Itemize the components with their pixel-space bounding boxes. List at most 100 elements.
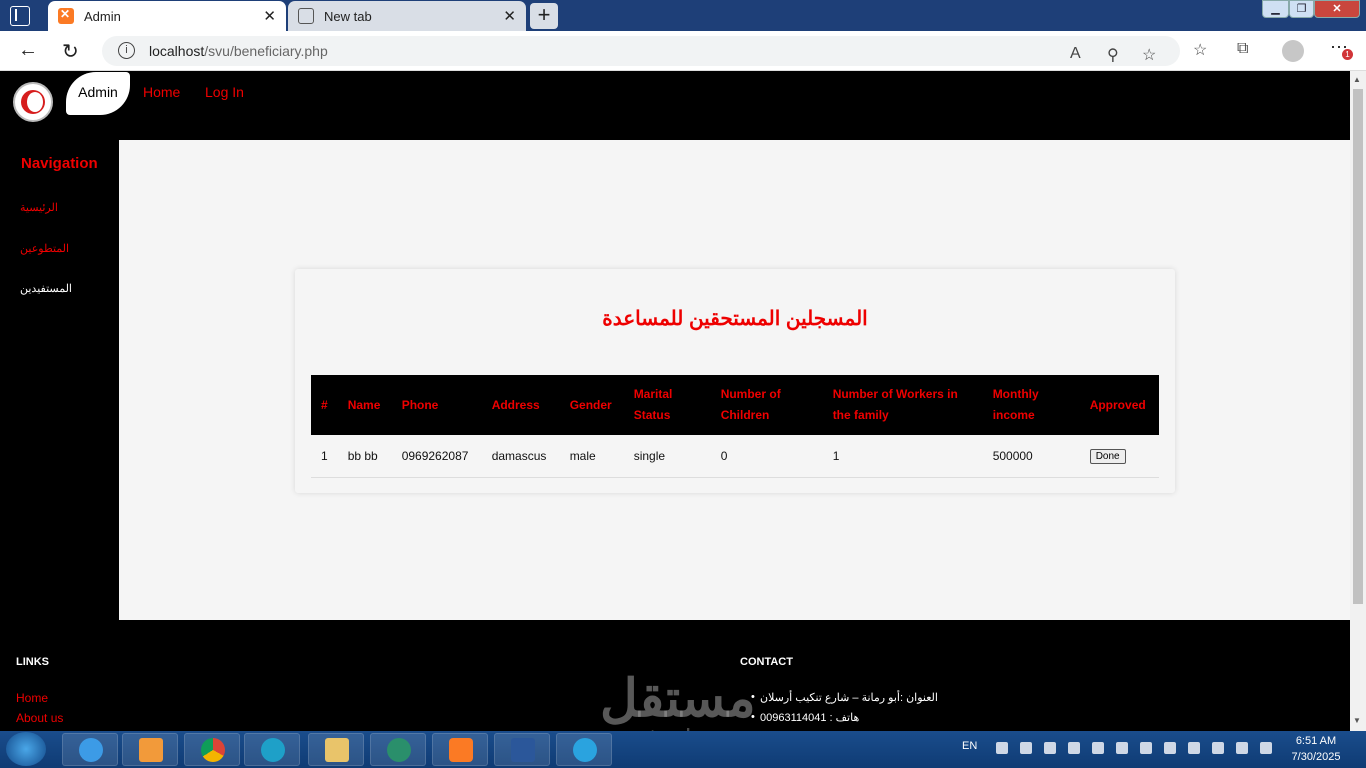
main-content: المسجلين المستحقين للمساعدة # Name Phone… [119,140,1350,620]
more-options-icon[interactable]: ⋯ 1 [1330,37,1353,60]
beneficiaries-table: # Name Phone Address Gender Marital Stat… [311,375,1159,478]
windows-taskbar: EN 6:51 AM 7/30/2025 [0,731,1366,768]
column-header: Number of Workers in the family [822,375,983,435]
scrollbar-thumb[interactable] [1353,89,1363,604]
profile-avatar[interactable] [1282,40,1304,62]
flag-tray-icon[interactable] [1236,742,1248,754]
table-cell: bb bb [337,435,392,478]
new-tab-icon [298,8,314,24]
favorites-icon[interactable]: ☆ [1193,40,1207,60]
column-header: Name [337,375,392,435]
table-header-row: # Name Phone Address Gender Marital Stat… [311,375,1159,435]
media-player-icon[interactable] [122,733,178,766]
scroll-up-icon[interactable]: ▲ [1353,75,1361,84]
drive-tray-icon[interactable] [1188,742,1200,754]
add-favorite-icon[interactable]: ☆ [1142,45,1156,65]
column-header: Phone [391,375,482,435]
column-header: Gender [559,375,624,435]
nav-home-link[interactable]: Home [143,84,180,100]
table-row: 1 bb bb 0969262087 damascus male single … [311,435,1159,478]
ie-icon[interactable] [62,733,118,766]
table-cell: Done [1079,435,1159,478]
red-crescent-logo[interactable] [13,82,53,122]
chrome-icon[interactable] [184,733,240,766]
url-text[interactable]: localhost/svu/beneficiary.php [149,43,328,59]
sidebar-item-home[interactable]: الرئيسية [20,201,58,214]
xampp-icon [58,7,74,24]
table-cell: 0969262087 [391,435,482,478]
tab-new-tab[interactable]: New tab ✕ [288,1,526,31]
table-cell: 1 [822,435,983,478]
footer-home-link[interactable]: Home [16,691,48,705]
network-tray-icon[interactable] [1164,742,1176,754]
security-tray-icon[interactable] [996,742,1008,754]
app-tray-icon[interactable] [1116,742,1128,754]
tab-actions-icon[interactable] [10,6,30,26]
site-info-icon[interactable]: i [118,42,135,59]
signal-tray-icon[interactable] [1212,742,1224,754]
scroll-down-icon[interactable]: ▼ [1353,716,1361,725]
telegram-icon[interactable] [556,733,612,766]
minimize-button[interactable]: ▁ [1262,0,1289,18]
file-explorer-icon[interactable] [308,733,364,766]
tab-title: Admin [84,8,121,24]
page-title: المسجلين المستحقين للمساعدة [602,308,868,330]
web-page: Admin Home Log In Navigation الرئيسية ال… [0,71,1350,731]
column-header: Approved [1079,375,1159,435]
zoom-icon[interactable]: ⚲ [1107,45,1119,65]
bluetooth-tray-icon[interactable] [1092,742,1104,754]
sidebar-item-beneficiaries[interactable]: المستفيدين [20,282,72,295]
watermark-text: mostaql.com [600,723,747,731]
column-header: Number of Children [710,375,823,435]
footer-contact-title: CONTACT [740,656,793,668]
close-window-button[interactable]: ✕ [1314,0,1360,18]
tab-title: New tab [324,8,372,24]
clock-date: 7/30/2025 [1291,751,1341,763]
word-icon[interactable] [494,733,550,766]
column-header: Address [481,375,560,435]
table-cell: damascus [481,435,560,478]
watermark-logo: مستقل [600,670,756,728]
edge-dev-icon[interactable] [370,733,426,766]
table-cell: male [559,435,624,478]
table-cell: single [623,435,711,478]
clipboard-tray-icon[interactable] [1140,742,1152,754]
nvidia-tray-icon[interactable] [1020,742,1032,754]
page-scrollbar[interactable]: ▲ ▼ [1350,71,1366,731]
sidebar-item-volunteers[interactable]: المتطوعين [20,242,69,255]
maximize-button[interactable]: ❐ [1289,0,1314,18]
close-tab-icon[interactable]: ✕ [263,7,276,25]
beneficiaries-card: المسجلين المستحقين للمساعدة # Name Phone… [295,269,1175,493]
display-tray-icon[interactable] [1044,742,1056,754]
approve-done-button[interactable]: Done [1089,448,1126,464]
table-cell: 0 [710,435,823,478]
brand-label[interactable]: Admin [66,72,130,115]
collections-icon[interactable]: ⧉ [1237,40,1248,58]
close-tab-icon[interactable]: ✕ [503,7,516,25]
start-button[interactable] [6,732,46,766]
edge-icon[interactable] [244,733,300,766]
new-tab-button[interactable]: + [530,3,558,29]
url-field[interactable]: i localhost/svu/beneficiary.php A ⚲ ☆ [102,36,1180,66]
clock-time: 6:51 AM [1295,735,1337,747]
tab-strip: Admin ✕ New tab ✕ + ▁ ❐ ✕ [0,0,1366,31]
nav-login-link[interactable]: Log In [205,84,244,100]
footer-about-link[interactable]: About us [16,711,63,725]
contact-address: العنوان :أبو رمانة – شارع تنكيب أرسلان [751,691,938,704]
contact-phone: هاتف : 00963114041 [751,711,859,724]
column-header: Marital Status [623,375,711,435]
table-cell: 1 [311,435,338,478]
read-aloud-icon[interactable]: A [1070,45,1081,63]
back-icon[interactable]: ← [18,39,38,62]
table-cell: 500000 [982,435,1080,478]
sidebar-title: Navigation [21,155,98,172]
volume-tray-icon[interactable] [1260,742,1272,754]
language-indicator[interactable]: EN [962,740,977,752]
tab-admin[interactable]: Admin ✕ [48,1,286,31]
xampp-tray-icon[interactable] [1068,742,1080,754]
refresh-icon[interactable]: ↻ [62,39,79,64]
system-clock[interactable]: 6:51 AM 7/30/2025 [1283,733,1349,765]
address-bar: ← ↻ i localhost/svu/beneficiary.php A ⚲ … [0,31,1366,71]
footer-links-title: LINKS [16,656,49,668]
xampp-taskbar-icon[interactable] [432,733,488,766]
